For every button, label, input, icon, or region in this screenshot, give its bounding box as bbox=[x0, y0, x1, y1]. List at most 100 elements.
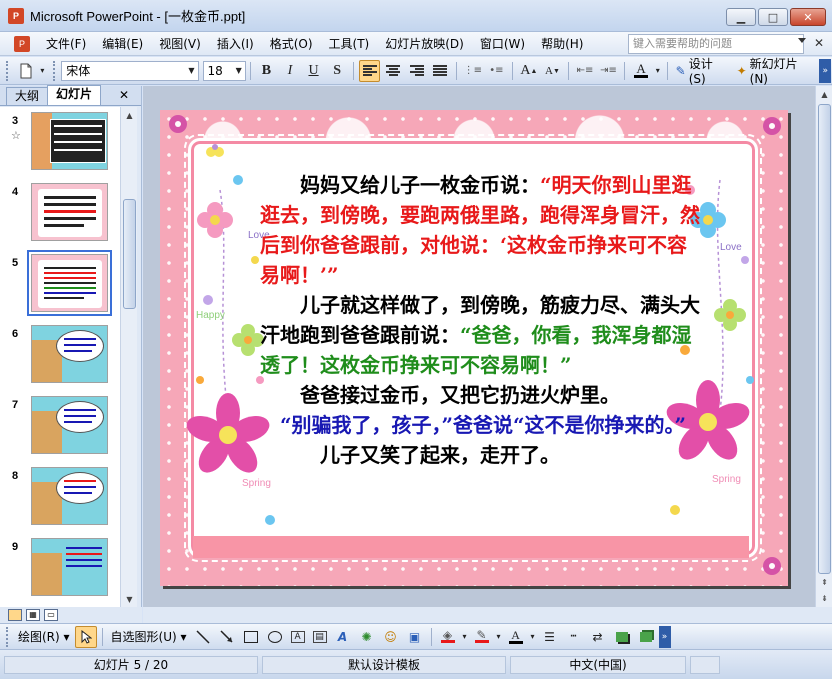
dash-style-icon[interactable]: ┅ bbox=[563, 626, 585, 648]
clipart-icon[interactable]: ☺ bbox=[380, 626, 402, 648]
fill-color-icon[interactable]: ◈ bbox=[437, 626, 459, 648]
chevron-down-icon[interactable]: ▾ bbox=[461, 626, 469, 648]
slide-thumbnail-image[interactable] bbox=[31, 183, 108, 241]
decrease-font-size-icon[interactable]: A ▼ bbox=[542, 60, 564, 82]
thumbnail-scrollbar[interactable]: ▲ ▼ bbox=[120, 107, 137, 607]
tab-outline[interactable]: 大纲 bbox=[6, 87, 49, 105]
slide-thumbnail-image[interactable] bbox=[31, 112, 108, 170]
menu-file[interactable]: 文件(F) bbox=[38, 32, 94, 56]
new-slide-button[interactable]: ✦ 新幻灯片(N) bbox=[733, 55, 819, 86]
align-left-button[interactable] bbox=[358, 59, 381, 82]
new-document-icon[interactable] bbox=[15, 60, 37, 82]
draw-menu-button[interactable]: 绘图(R) ▾ bbox=[14, 628, 74, 645]
slide-sorter-view-icon[interactable]: ▦ bbox=[26, 609, 40, 621]
slide-thumbnail-image[interactable] bbox=[27, 250, 112, 316]
chevron-down-icon[interactable]: ▼ bbox=[233, 62, 245, 80]
slide-thumbnail-image[interactable] bbox=[31, 467, 108, 525]
vertical-textbox-icon[interactable]: ▤ bbox=[312, 630, 327, 643]
shadow-button[interactable]: S bbox=[326, 60, 348, 82]
slide-thumbnail[interactable]: 3 ☆ bbox=[0, 109, 120, 173]
bullets-button[interactable]: •≡ bbox=[486, 60, 508, 82]
help-search-input[interactable]: 键入需要帮助的问题 bbox=[628, 34, 804, 54]
justify-button[interactable] bbox=[430, 60, 452, 82]
minimize-button[interactable]: ▁ bbox=[726, 8, 756, 26]
chevron-down-icon[interactable]: ▼ bbox=[186, 62, 198, 80]
horizontal-scrollbar[interactable] bbox=[143, 607, 832, 623]
align-center-button[interactable] bbox=[382, 60, 404, 82]
help-dropdown-icon[interactable] bbox=[798, 38, 806, 43]
chevron-down-icon[interactable]: ▾ bbox=[654, 60, 662, 82]
slide-thumbnail-image[interactable] bbox=[31, 396, 108, 454]
slide-thumbnail[interactable]: 4 bbox=[0, 180, 120, 244]
scroll-down-icon[interactable]: ▼ bbox=[121, 591, 138, 607]
line-color-icon[interactable]: ✎ bbox=[471, 626, 493, 648]
prev-slide-icon[interactable]: ⇞ bbox=[816, 574, 832, 590]
chevron-down-icon[interactable]: ▾ bbox=[495, 626, 503, 648]
numbering-button[interactable]: ⋮≡ bbox=[462, 60, 484, 82]
oval-tool-icon[interactable] bbox=[264, 626, 286, 648]
tab-slides[interactable]: 幻灯片 bbox=[47, 85, 102, 105]
increase-indent-icon[interactable]: ⇥≡ bbox=[598, 60, 620, 82]
slide-thumbnail[interactable]: 9 bbox=[0, 535, 120, 599]
menu-slideshow[interactable]: 幻灯片放映(D) bbox=[377, 32, 472, 56]
select-pointer-icon[interactable] bbox=[74, 625, 97, 648]
arrow-style-icon[interactable]: ⇄ bbox=[587, 626, 609, 648]
menu-view[interactable]: 视图(V) bbox=[151, 32, 209, 56]
document-icon[interactable]: P bbox=[14, 35, 30, 52]
bold-button[interactable]: B bbox=[256, 60, 278, 82]
menu-format[interactable]: 格式(O) bbox=[262, 32, 321, 56]
slide-thumbnail[interactable]: 6 bbox=[0, 322, 120, 386]
toolbar-options-icon[interactable]: » bbox=[658, 625, 671, 648]
slide-thumbnail[interactable]: 7 bbox=[0, 393, 120, 457]
toolbar-grip[interactable] bbox=[6, 60, 10, 81]
shadow-style-icon[interactable] bbox=[611, 626, 633, 648]
align-right-button[interactable] bbox=[406, 60, 428, 82]
toolbar-options-icon[interactable]: » bbox=[819, 58, 832, 83]
arrow-tool-icon[interactable] bbox=[216, 626, 238, 648]
textbox-tool-icon[interactable]: A bbox=[290, 630, 305, 643]
maximize-button[interactable]: □ bbox=[758, 8, 788, 26]
menu-edit[interactable]: 编辑(E) bbox=[94, 32, 151, 56]
slideshow-view-icon[interactable]: ▭ bbox=[44, 609, 58, 621]
scrollbar-thumb[interactable] bbox=[123, 199, 136, 309]
chevron-down-icon[interactable]: ▾ bbox=[39, 60, 47, 82]
autoshapes-menu-button[interactable]: 自选图形(U) ▾ bbox=[107, 628, 191, 645]
design-button[interactable]: ✎ 设计(S) bbox=[672, 55, 733, 86]
rectangle-tool-icon[interactable] bbox=[240, 626, 262, 648]
toolbar-grip[interactable] bbox=[6, 626, 10, 647]
next-slide-icon[interactable]: ⇟ bbox=[816, 590, 832, 606]
document-close-icon[interactable]: ✕ bbox=[814, 36, 824, 50]
increase-font-size-icon[interactable]: A ▲ bbox=[518, 60, 540, 82]
line-style-icon[interactable]: ☰ bbox=[539, 626, 561, 648]
toolbar-grip[interactable] bbox=[53, 60, 57, 81]
font-color-button[interactable]: A bbox=[630, 60, 652, 82]
menu-tools[interactable]: 工具(T) bbox=[321, 32, 378, 56]
slide-thumbnail-image[interactable] bbox=[31, 538, 108, 596]
italic-button[interactable]: I bbox=[279, 60, 301, 82]
font-name-select[interactable]: 宋体 ▼ bbox=[61, 60, 199, 81]
slide-thumbnail-selected[interactable]: 5 bbox=[0, 250, 120, 316]
powerpoint-app-icon[interactable]: P bbox=[8, 7, 24, 24]
menu-insert[interactable]: 插入(I) bbox=[209, 32, 262, 56]
panel-close-icon[interactable]: ✕ bbox=[119, 88, 129, 102]
slide-scrollbar[interactable]: ▲ ⇞ ⇟ bbox=[815, 86, 832, 607]
menu-window[interactable]: 窗口(W) bbox=[472, 32, 533, 56]
decrease-indent-icon[interactable]: ⇤≡ bbox=[574, 60, 596, 82]
slide-thumbnail-list[interactable]: 3 ☆ 4 5 6 7 8 9 bbox=[0, 107, 120, 607]
normal-view-icon[interactable] bbox=[8, 609, 22, 621]
close-button[interactable]: ✕ bbox=[790, 8, 826, 26]
scroll-up-icon[interactable]: ▲ bbox=[816, 86, 832, 102]
line-tool-icon[interactable] bbox=[192, 626, 214, 648]
slide-thumbnail-image[interactable] bbox=[31, 325, 108, 383]
scrollbar-thumb[interactable] bbox=[818, 104, 831, 574]
underline-button[interactable]: U bbox=[303, 60, 325, 82]
wordart-icon[interactable]: A bbox=[332, 626, 354, 648]
diagram-icon[interactable]: ✺ bbox=[356, 626, 378, 648]
chevron-down-icon[interactable]: ▾ bbox=[529, 626, 537, 648]
font-color-icon[interactable]: A bbox=[505, 626, 527, 648]
picture-icon[interactable]: ▣ bbox=[404, 626, 426, 648]
slide-canvas[interactable]: Happy Love Spring Spring Love 妈妈又给儿子一枚金币… bbox=[160, 110, 788, 586]
slide-thumbnail[interactable]: 8 bbox=[0, 464, 120, 528]
slide-body-text[interactable]: 妈妈又给儿子一枚金币说：“明天你到山里逛逛去，到傍晚，要跑两俄里路，跑得浑身冒汗… bbox=[260, 170, 705, 470]
scroll-up-icon[interactable]: ▲ bbox=[121, 107, 138, 123]
